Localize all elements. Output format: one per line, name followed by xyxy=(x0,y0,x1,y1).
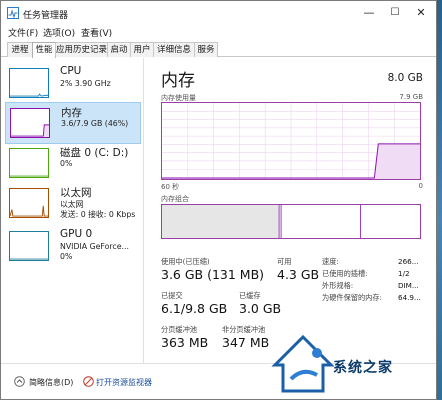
tab-strip: 进程 性能 应用历史记录 启动 用户 详细信息 服务 xyxy=(1,41,436,58)
minimize-button[interactable]: — xyxy=(355,1,383,25)
menu-options[interactable]: 选项(O) xyxy=(43,26,75,39)
tab-app-history[interactable]: 应用历史记录 xyxy=(55,42,108,57)
collapse-chevron-icon[interactable] xyxy=(14,376,25,387)
in-use-label: 使用中(已压缩) xyxy=(161,257,210,266)
close-button[interactable]: ✕ xyxy=(407,1,435,25)
sidebar-item-memory[interactable]: 内存 3.6/7.9 GB (46%) xyxy=(5,102,141,144)
resource-monitor-icon xyxy=(83,376,94,387)
form-factor-value: DIM... xyxy=(398,281,419,290)
nonpaged-pool-label: 非分页缓冲池 xyxy=(222,325,266,334)
available-value: 4.3 GB xyxy=(277,267,320,282)
memory-usage-graph xyxy=(161,102,421,180)
hardware-reserved-label: 为硬件保留的内存: xyxy=(322,293,382,302)
menu-file[interactable]: 文件(F) xyxy=(8,26,38,39)
watermark-text: 系统之家 xyxy=(333,360,393,376)
slots-used-label: 已使用的插槽: xyxy=(322,269,368,278)
disk-thumbnail-graph xyxy=(9,148,49,178)
sidebar-ethernet-title: 以太网 xyxy=(60,187,92,199)
window-title: 任务管理器 xyxy=(23,11,69,21)
cpu-thumbnail-graph xyxy=(9,68,49,98)
memory-total: 8.0 GB xyxy=(387,72,423,84)
paged-pool-value: 363 MB xyxy=(161,335,209,350)
sidebar-memory-title: 内存 xyxy=(61,107,82,119)
form-factor-label: 外形规格: xyxy=(322,281,354,290)
maximize-button[interactable]: ☐ xyxy=(381,1,409,25)
open-resource-monitor-link[interactable]: 打开资源监视器 xyxy=(96,377,152,388)
slots-used-value: 1/2 xyxy=(398,269,410,278)
nonpaged-pool-value: 347 MB xyxy=(222,335,270,350)
graph-time-span: 60 秒 xyxy=(161,183,180,191)
committed-value: 6.1/9.8 GB xyxy=(161,301,228,316)
cached-label: 已缓存 xyxy=(239,291,261,300)
sidebar-item-cpu[interactable]: CPU 2% 3.90 GHz xyxy=(5,63,141,105)
speed-label: 速度: xyxy=(322,257,339,266)
sidebar-ethernet-rate: 发送: 0 接收: 0 Kbps xyxy=(60,210,136,219)
title-bar[interactable]: 任务管理器 — ☐ ✕ xyxy=(1,1,436,25)
sidebar-disk-title: 磁盘 0 (C: D:) xyxy=(60,147,129,159)
sidebar-gpu-model: NVIDIA GeForce... xyxy=(60,242,129,251)
sidebar-item-ethernet[interactable]: 以太网 以太网 发送: 0 接收: 0 Kbps xyxy=(5,183,141,225)
usage-graph-max: 7.9 GB xyxy=(399,93,423,101)
tab-services[interactable]: 服务 xyxy=(194,42,218,57)
sidebar-disk-usage: 0% xyxy=(60,159,73,168)
gpu-thumbnail-graph xyxy=(9,231,49,261)
graph-time-end: 0 xyxy=(418,182,423,190)
committed-label: 已提交 xyxy=(161,291,183,300)
fewer-details-button[interactable]: 简略信息(D) xyxy=(29,377,73,388)
tab-performance[interactable]: 性能 xyxy=(32,42,56,58)
hardware-reserved-value: 64.9... xyxy=(398,293,421,302)
task-manager-window: 任务管理器 — ☐ ✕ 文件(F) 选项(O) 查看(V) 进程 性能 应用历史… xyxy=(0,0,437,400)
tab-processes[interactable]: 进程 xyxy=(7,42,33,57)
memory-thumbnail-graph xyxy=(10,108,50,138)
sidebar-item-gpu[interactable]: GPU 0 NVIDIA GeForce... 0% xyxy=(5,226,141,268)
memory-detail-pane: 内存 8.0 GB 内存使用量 7.9 GB 60 秒 0 内存组合 使用中(已… xyxy=(153,58,433,363)
tab-startup[interactable]: 启动 xyxy=(107,42,131,57)
tab-details[interactable]: 详细信息 xyxy=(153,42,195,57)
available-label: 可用 xyxy=(277,257,292,266)
tab-users[interactable]: 用户 xyxy=(130,42,154,57)
menu-bar: 文件(F) 选项(O) 查看(V) xyxy=(1,25,436,40)
memory-composition-bar xyxy=(161,204,421,239)
sidebar-item-disk[interactable]: 磁盘 0 (C: D:) 0% xyxy=(5,143,141,185)
page-title: 内存 xyxy=(161,71,195,91)
in-use-value: 3.6 GB (131 MB) xyxy=(161,267,265,282)
task-manager-app-icon xyxy=(7,7,19,19)
menu-view[interactable]: 查看(V) xyxy=(81,26,112,39)
house-logo-icon xyxy=(271,334,335,393)
sidebar-cpu-usage: 2% 3.90 GHz xyxy=(60,79,111,88)
composition-label: 内存组合 xyxy=(161,195,189,203)
sidebar-gpu-usage: 0% xyxy=(60,252,73,261)
sidebar-memory-usage: 3.6/7.9 GB (46%) xyxy=(61,119,129,128)
sidebar-gpu-title: GPU 0 xyxy=(60,228,93,240)
cached-value: 3.0 GB xyxy=(239,301,282,316)
site-watermark: 系统之家 xyxy=(271,331,436,399)
resource-sidebar: CPU 2% 3.90 GHz 内存 3.6/7.9 GB (46%) 磁盘 0… xyxy=(1,58,144,363)
ethernet-thumbnail-graph xyxy=(9,188,49,218)
sidebar-cpu-title: CPU xyxy=(60,65,82,77)
paged-pool-label: 分页缓冲池 xyxy=(161,325,197,334)
speed-value: 266... xyxy=(398,257,419,266)
